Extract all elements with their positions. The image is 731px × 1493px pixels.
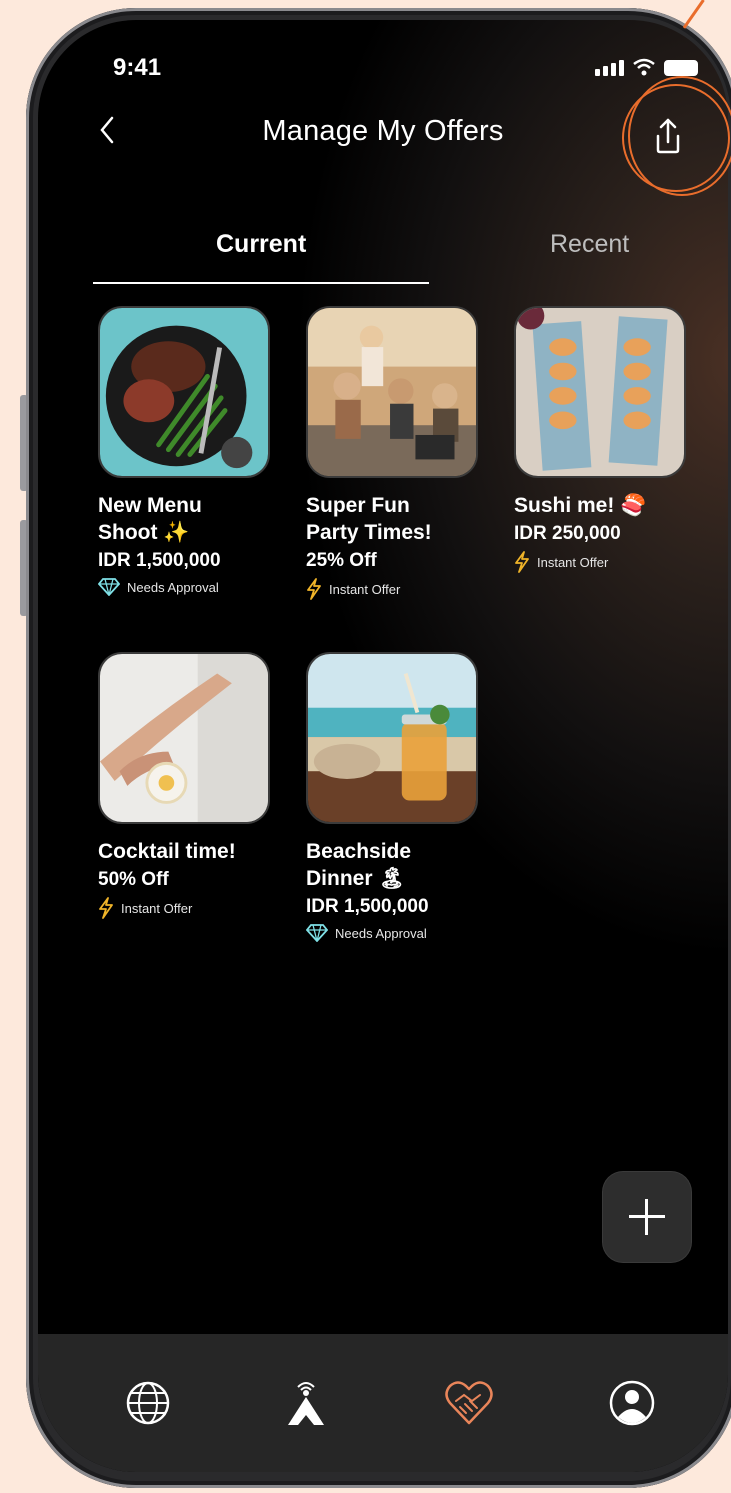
offer-thumbnail [306,306,478,478]
offer-badge-label: Needs Approval [127,579,219,595]
status-icons [595,58,698,76]
offer-price: 50% Off [98,869,169,890]
offer-status-badge: Instant Offer [514,551,694,573]
offer-thumbnail [306,652,478,824]
offer-title: Cocktail time! [98,838,278,865]
offer-badge-label: Instant Offer [121,900,193,916]
sushi-photo [516,308,684,476]
offer-badge-label: Instant Offer [537,554,609,570]
offer-thumbnail [98,652,270,824]
offer-card-new-menu-shoot[interactable]: New Menu Shoot ✨ IDR 1,500,000 Needs App… [98,306,278,596]
offer-status-badge: Needs Approval [306,924,486,942]
tab-current[interactable]: Current [216,230,306,259]
offer-title-line2: Party Times! [306,521,432,544]
beach-drink-photo [308,654,476,822]
annotation-pointer-line [682,0,705,29]
offer-title-line1: Cocktail time! [98,840,236,863]
steak-photo [100,308,268,476]
nav-item-explore[interactable] [122,1377,174,1429]
offer-title: New Menu Shoot ✨ [98,492,278,546]
cocktail-photo [100,654,268,822]
broadcast-tower-icon [288,1382,324,1425]
profile-icon [609,1380,655,1426]
offer-title-line1: Sushi me! 🍣 [514,494,647,517]
offer-price: IDR 1,500,000 [98,550,221,571]
battery-icon [664,60,698,76]
tab-recent[interactable]: Recent [550,230,629,259]
offer-status-badge: Instant Offer [306,578,486,600]
offer-title-line1: New Menu [98,494,202,517]
offer-status-badge: Instant Offer [98,897,278,919]
offer-thumbnail [98,306,270,478]
offer-card-super-fun-party-times[interactable]: Super Fun Party Times! 25% Off Instant O… [306,306,486,600]
offer-title-line2: Dinner 🏝 [306,867,406,890]
offer-status-badge: Needs Approval [98,578,278,596]
offer-title: Super Fun Party Times! [306,492,486,546]
offer-card-sushi-me[interactable]: Sushi me! 🍣 IDR 250,000 Instant Offer [514,306,694,573]
nav-item-profile[interactable] [606,1377,658,1429]
phone-screen: 9:41 Manage My Offers Current Recent New… [38,20,728,1472]
cellular-signal-icon [595,60,624,76]
wifi-icon [633,58,655,76]
offer-title: Sushi me! 🍣 [514,492,694,519]
offer-thumbnail [514,306,686,478]
offer-price: IDR 1,500,000 [306,896,429,917]
status-time: 9:41 [113,54,162,81]
offer-price: IDR 250,000 [514,523,621,544]
lightning-icon [99,897,113,919]
nav-item-broadcast[interactable] [280,1377,332,1429]
diamond-icon [98,578,120,596]
nav-item-offers[interactable] [442,1377,494,1429]
handshake-heart-icon [445,1381,493,1425]
offer-badge-label: Needs Approval [335,925,427,941]
offer-card-beachside-dinner[interactable]: Beachside Dinner 🏝 IDR 1,500,000 Needs A… [306,652,486,942]
offer-card-cocktail-time[interactable]: Cocktail time! 50% Off Instant Offer [98,652,278,919]
globe-icon [126,1381,170,1425]
offer-price: 25% Off [306,550,377,571]
offer-title-line1: Super Fun [306,494,410,517]
diamond-icon [306,924,328,942]
offer-title: Beachside Dinner 🏝 [306,838,486,892]
add-offer-button[interactable] [603,1172,691,1262]
lightning-icon [515,551,529,573]
active-tab-indicator [93,282,429,284]
offer-title-line2: Shoot ✨ [98,521,190,544]
offer-title-line1: Beachside [306,840,412,863]
party-photo [308,308,476,476]
lightning-icon [307,578,321,600]
offer-badge-label: Instant Offer [329,581,401,597]
